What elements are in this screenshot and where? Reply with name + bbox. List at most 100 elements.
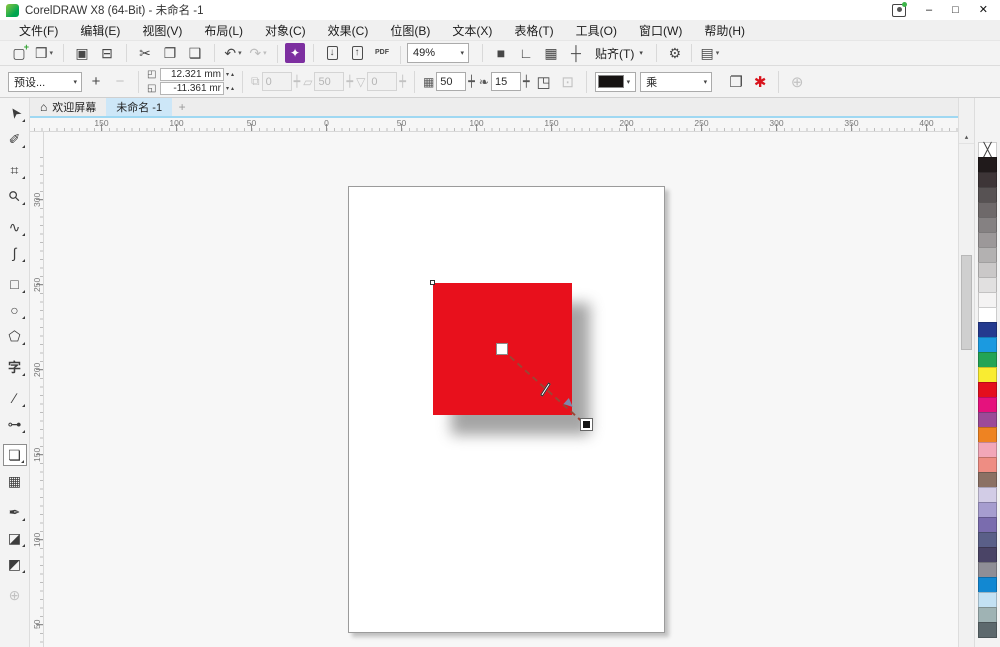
connector-tool[interactable]: ⊶: [3, 413, 27, 435]
tab-welcome-screen[interactable]: ⌂ 欢迎屏幕: [30, 98, 106, 116]
freehand-tool[interactable]: ∿: [3, 216, 27, 238]
color-swatch[interactable]: [978, 187, 997, 203]
open-button[interactable]: ❒ ▾: [33, 42, 55, 64]
show-guidelines-button[interactable]: ┼: [565, 42, 587, 64]
cut-button[interactable]: ✂: [126, 42, 156, 64]
application-launcher-button[interactable]: ▤ ▾: [690, 42, 721, 64]
shadow-offset-x-field[interactable]: 12.321 mm: [160, 68, 224, 81]
slider-icon[interactable]: ┿: [468, 75, 475, 88]
show-rulers-button[interactable]: ∟: [515, 42, 537, 64]
interactive-fill-tool[interactable]: ◪: [3, 527, 27, 549]
color-swatch[interactable]: [978, 352, 997, 368]
color-swatch[interactable]: [978, 232, 997, 248]
color-swatch[interactable]: [978, 307, 997, 323]
color-swatch[interactable]: [978, 487, 997, 503]
quick-customize-button[interactable]: ⊕: [787, 72, 807, 92]
transparency-tool[interactable]: ▦: [3, 470, 27, 492]
text-tool[interactable]: 字: [3, 356, 27, 378]
vertical-scrollbar[interactable]: ▴: [958, 98, 974, 647]
menu-item[interactable]: 布局(L): [193, 20, 254, 41]
color-swatch[interactable]: [978, 172, 997, 188]
menu-item[interactable]: 位图(B): [379, 20, 441, 41]
color-swatch[interactable]: [978, 532, 997, 548]
color-swatch[interactable]: [978, 157, 997, 173]
corner-node-handle[interactable]: [430, 280, 435, 285]
color-swatch[interactable]: [978, 367, 997, 383]
menu-item[interactable]: 表格(T): [503, 20, 564, 41]
scroll-up-button[interactable]: ▴: [959, 130, 974, 144]
print-button[interactable]: ⊟: [96, 42, 118, 64]
shadow-start-handle[interactable]: [496, 343, 508, 355]
color-swatch[interactable]: [978, 442, 997, 458]
more-tools-button[interactable]: ⊕: [3, 584, 27, 606]
color-swatch[interactable]: [978, 472, 997, 488]
chevron-up-icon[interactable]: ▴: [231, 85, 234, 92]
menu-item[interactable]: 帮助(H): [693, 20, 756, 41]
no-color-swatch[interactable]: ╳: [978, 142, 997, 158]
color-swatch[interactable]: [978, 427, 997, 443]
color-swatch[interactable]: [978, 277, 997, 293]
export-button[interactable]: ↑: [346, 42, 368, 64]
save-button[interactable]: ▣: [63, 42, 93, 64]
color-swatch[interactable]: [978, 607, 997, 623]
color-swatch[interactable]: [978, 622, 997, 638]
crop-tool[interactable]: ⌗: [3, 159, 27, 181]
shadow-end-handle[interactable]: [580, 418, 593, 431]
tab-untitled-document[interactable]: 未命名 -1: [106, 98, 173, 116]
menu-item[interactable]: 视图(V): [131, 20, 193, 41]
snap-to-dropdown[interactable]: 贴齐(T) ▾: [587, 45, 651, 62]
zoom-level-combo[interactable]: 49% ▾: [400, 43, 469, 64]
close-button[interactable]: ✕: [979, 0, 988, 20]
drop-shadow-tool[interactable]: ❏: [2, 444, 27, 466]
menu-item[interactable]: 对象(C): [254, 20, 317, 41]
pick-tool[interactable]: ➤: [3, 102, 27, 124]
preset-combo[interactable]: 预设... ▾: [8, 71, 82, 92]
dimension-tool[interactable]: ∕: [3, 387, 27, 409]
spinner-icon[interactable]: ┿: [399, 75, 406, 88]
minimize-button[interactable]: –: [926, 0, 932, 20]
chevron-down-icon[interactable]: ▾: [226, 85, 229, 92]
shape-tool[interactable]: ✐: [3, 128, 27, 150]
menu-item[interactable]: 文件(F): [8, 20, 69, 41]
drawing-canvas[interactable]: [44, 132, 958, 647]
pdf-button[interactable]: PDF: [371, 42, 393, 64]
add-preset-button[interactable]: +: [86, 72, 106, 92]
slider-icon[interactable]: ┿: [523, 75, 530, 88]
feather-direction-button[interactable]: ◳: [534, 72, 554, 92]
color-swatch[interactable]: [978, 262, 997, 278]
spinner-icon[interactable]: ┿: [346, 75, 353, 88]
color-swatch[interactable]: [978, 292, 997, 308]
spinner-icon[interactable]: ┿: [294, 75, 301, 88]
undo-button[interactable]: ↶ ▾: [214, 42, 244, 64]
menu-item[interactable]: 工具(O): [565, 20, 628, 41]
color-swatch[interactable]: [978, 412, 997, 428]
color-swatch[interactable]: [978, 517, 997, 533]
shadow-color-picker[interactable]: ▾: [594, 71, 637, 92]
copy-shadow-properties-button[interactable]: ❐: [726, 72, 746, 92]
redo-button[interactable]: ↷ ▾: [247, 42, 269, 64]
color-swatch[interactable]: [978, 217, 997, 233]
account-icon[interactable]: [892, 1, 907, 17]
chevron-up-icon[interactable]: ▴: [231, 71, 234, 78]
color-swatch[interactable]: [978, 457, 997, 473]
merge-mode-combo[interactable]: 乘 ▾: [640, 71, 713, 92]
chevron-down-icon[interactable]: ▾: [456, 44, 468, 62]
clear-shadow-button[interactable]: ✱: [750, 72, 770, 92]
import-button[interactable]: ↓: [313, 42, 343, 64]
paste-button[interactable]: ❑: [184, 42, 206, 64]
menu-item[interactable]: 编辑(E): [69, 20, 131, 41]
search-content-button[interactable]: ✦: [277, 43, 305, 63]
shadow-offset-y-field[interactable]: -11.361 mr: [160, 82, 224, 95]
new-document-button[interactable]: ▢ +: [8, 42, 30, 64]
color-swatch[interactable]: [978, 202, 997, 218]
color-swatch[interactable]: [978, 382, 997, 398]
zoom-tool[interactable]: ⚲: [3, 185, 27, 207]
chevron-down-icon[interactable]: ▾: [226, 71, 229, 78]
ellipse-tool[interactable]: ○: [3, 299, 27, 321]
remove-preset-button[interactable]: −: [110, 72, 130, 92]
copy-button[interactable]: ❐: [159, 42, 181, 64]
color-swatch[interactable]: [978, 247, 997, 263]
menu-item[interactable]: 文本(X): [441, 20, 503, 41]
color-swatch[interactable]: [978, 322, 997, 338]
smart-fill-tool[interactable]: ◩: [3, 553, 27, 575]
